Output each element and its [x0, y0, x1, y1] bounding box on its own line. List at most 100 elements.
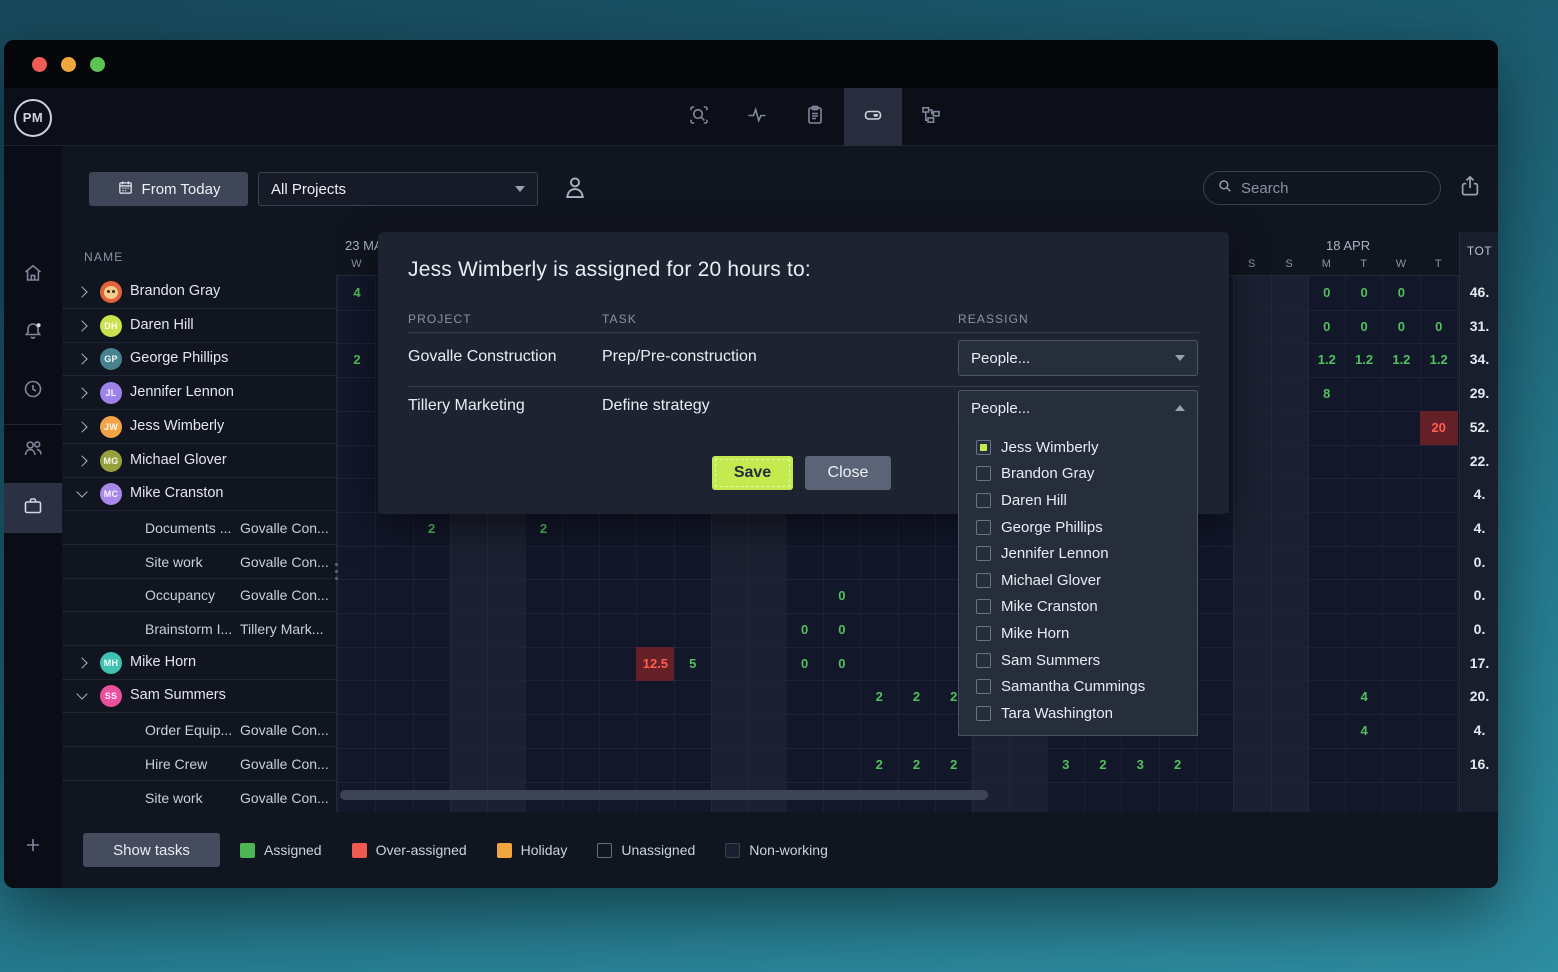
chevron-down-icon[interactable] — [76, 689, 87, 700]
tab-activity[interactable] — [728, 88, 786, 146]
task-row[interactable]: Hire CrewGovalle Con... — [62, 747, 337, 781]
person-row[interactable]: DHDaren Hill — [62, 309, 337, 343]
hours-cell[interactable]: 8 — [1308, 377, 1346, 411]
close-window-button[interactable] — [32, 57, 47, 72]
show-tasks-button[interactable]: Show tasks — [83, 833, 220, 867]
chevron-right-icon[interactable] — [76, 421, 87, 432]
hours-cell[interactable]: 2 — [413, 512, 451, 546]
chevron-right-icon[interactable] — [76, 320, 87, 331]
zoom-window-button[interactable] — [90, 57, 105, 72]
hours-cell[interactable]: 1.2 — [1420, 343, 1458, 377]
person-row[interactable]: JLJennifer Lennon — [62, 376, 337, 410]
dropdown-option[interactable]: Daren Hill — [959, 487, 1197, 514]
checkbox-unchecked[interactable] — [976, 493, 991, 508]
chevron-right-icon[interactable] — [76, 354, 87, 365]
dropdown-option[interactable]: Michael Glover — [959, 567, 1197, 594]
person-row[interactable]: MCMike Cranston — [62, 477, 337, 511]
from-today-button[interactable]: From Today — [89, 172, 248, 206]
dropdown-option[interactable]: Tara Washington — [959, 700, 1197, 727]
dropdown-option[interactable]: Mike Horn — [959, 620, 1197, 647]
hours-cell[interactable]: 0 — [1345, 310, 1383, 344]
hours-cell[interactable]: 2 — [1084, 748, 1122, 782]
hours-cell[interactable]: 2 — [935, 748, 973, 782]
hours-cell[interactable]: 3 — [1047, 748, 1085, 782]
hours-cell[interactable]: 0 — [1382, 310, 1420, 344]
reassign-people-select[interactable]: People... — [958, 340, 1198, 376]
export-button[interactable] — [1452, 170, 1488, 206]
dropdown-option[interactable]: Samantha Cummings — [959, 673, 1197, 700]
close-button[interactable]: Close — [805, 456, 891, 490]
chevron-right-icon[interactable] — [76, 387, 87, 398]
dropdown-option[interactable]: Sam Summers — [959, 647, 1197, 674]
chevron-right-icon[interactable] — [76, 657, 87, 668]
hours-cell-overassigned[interactable]: 12.5 — [636, 647, 674, 681]
hours-cell[interactable]: 2 — [1159, 748, 1197, 782]
person-row[interactable]: MGMichael Glover — [62, 444, 337, 478]
checkbox-unchecked[interactable] — [976, 466, 991, 481]
hours-cell[interactable]: 3 — [1121, 748, 1159, 782]
hours-cell[interactable]: 0 — [823, 613, 861, 647]
hours-cell-overassigned[interactable]: 20 — [1420, 411, 1458, 445]
tab-zoom-search[interactable] — [670, 88, 728, 146]
hours-cell[interactable]: 2 — [860, 680, 898, 714]
hours-cell[interactable]: 0 — [786, 647, 824, 681]
sidebar-item-add[interactable] — [4, 822, 62, 872]
hours-cell[interactable]: 0 — [786, 613, 824, 647]
hours-cell[interactable]: 5 — [674, 647, 712, 681]
hours-cell[interactable]: 1.2 — [1308, 343, 1346, 377]
hours-cell[interactable]: 0 — [1420, 310, 1458, 344]
hours-cell[interactable]: 2 — [338, 343, 376, 377]
person-row[interactable]: SSSam Summers — [62, 679, 337, 713]
person-row[interactable]: JWJess Wimberly — [62, 410, 337, 444]
checkbox-unchecked[interactable] — [976, 546, 991, 561]
chevron-right-icon[interactable] — [76, 455, 87, 466]
hours-cell[interactable]: 0 — [1308, 276, 1346, 310]
task-row[interactable]: OccupancyGovalle Con... — [62, 578, 337, 612]
search-box[interactable] — [1203, 171, 1441, 205]
horizontal-scrollbar-thumb[interactable] — [340, 790, 988, 800]
person-row[interactable]: GPGeorge Phillips — [62, 342, 337, 376]
project-filter-select[interactable]: All Projects — [258, 172, 538, 206]
reassign-people-select[interactable]: People... — [958, 390, 1198, 426]
hours-cell[interactable]: 2 — [525, 512, 563, 546]
checkbox-checked[interactable] — [976, 440, 991, 455]
person-row[interactable]: Brandon Gray — [62, 275, 337, 309]
hours-cell[interactable]: 4 — [1345, 714, 1383, 748]
minimize-window-button[interactable] — [61, 57, 76, 72]
checkbox-unchecked[interactable] — [976, 599, 991, 614]
checkbox-unchecked[interactable] — [976, 706, 991, 721]
sidebar-item-home[interactable] — [4, 250, 62, 300]
save-button[interactable]: Save — [712, 456, 793, 490]
person-row[interactable]: MHMike Horn — [62, 646, 337, 680]
task-row[interactable]: Site workGovalle Con... — [62, 781, 337, 813]
task-row[interactable]: Order Equip...Govalle Con... — [62, 713, 337, 747]
hours-cell[interactable]: 0 — [1308, 310, 1346, 344]
checkbox-unchecked[interactable] — [976, 520, 991, 535]
sidebar-item-team[interactable] — [4, 425, 62, 475]
hours-cell[interactable]: 2 — [860, 748, 898, 782]
checkbox-unchecked[interactable] — [976, 679, 991, 694]
dropdown-option[interactable]: Jennifer Lennon — [959, 540, 1197, 567]
checkbox-unchecked[interactable] — [976, 573, 991, 588]
tab-sitemap[interactable] — [902, 88, 960, 146]
dropdown-option[interactable]: Mike Cranston — [959, 594, 1197, 621]
hours-cell[interactable]: 1.2 — [1345, 343, 1383, 377]
sidebar-item-time[interactable] — [4, 366, 62, 416]
tab-workload-card[interactable] — [844, 88, 902, 146]
hours-cell[interactable]: 0 — [823, 579, 861, 613]
sidebar-item-work[interactable] — [4, 483, 62, 533]
checkbox-unchecked[interactable] — [976, 626, 991, 641]
hours-cell[interactable]: 1.2 — [1382, 343, 1420, 377]
people-filter-button[interactable] — [557, 171, 593, 207]
hours-cell[interactable]: 4 — [338, 276, 376, 310]
chevron-right-icon[interactable] — [76, 286, 87, 297]
chevron-down-icon[interactable] — [76, 487, 87, 498]
hours-cell[interactable]: 2 — [898, 680, 936, 714]
hours-cell[interactable]: 0 — [823, 647, 861, 681]
tab-clipboard[interactable] — [786, 88, 844, 146]
sidebar-item-help[interactable] — [4, 880, 62, 888]
hours-cell[interactable]: 0 — [1382, 276, 1420, 310]
dropdown-option[interactable]: George Phillips — [959, 514, 1197, 541]
panel-resize-handle[interactable] — [335, 563, 338, 584]
search-input[interactable] — [1241, 180, 1411, 197]
